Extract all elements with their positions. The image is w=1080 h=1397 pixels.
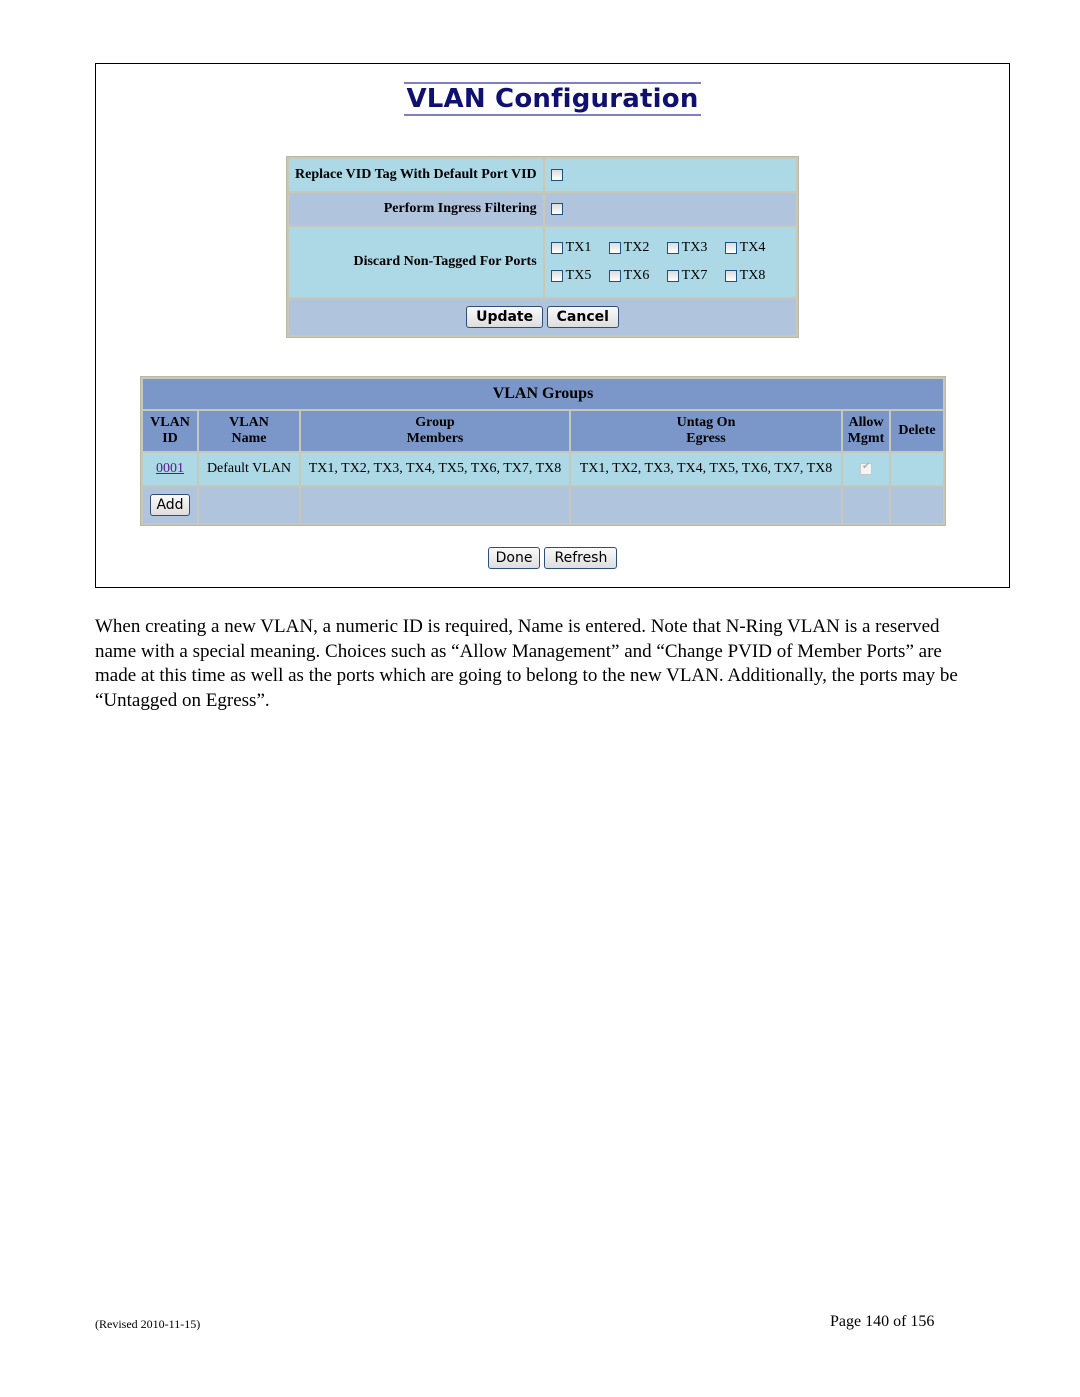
header-vlan-name: VLAN Name [199,411,299,451]
port-tx4[interactable]: TX4 [724,240,783,256]
allow-mgmt-checkbox [860,461,872,475]
header-untag-egress: Untag On Egress [571,411,841,451]
port-tx7[interactable]: TX7 [666,268,725,284]
port-tx3-checkbox[interactable] [666,241,679,254]
bottom-actions: Done Refresh [96,547,1009,569]
done-button[interactable]: Done [487,547,541,569]
add-button[interactable]: Add [150,494,190,516]
ingress-filtering-checkbox[interactable] [550,202,563,215]
port-tx7-checkbox[interactable] [666,269,679,282]
add-row: Add [143,487,943,523]
port-tx4-checkbox[interactable] [724,241,737,254]
port-tx1-checkbox[interactable] [550,241,563,254]
vlan-name-cell: Default VLAN [199,453,299,485]
page-title: VLAN Configuration [404,82,701,116]
vlan-id-link[interactable]: 0001 [156,461,184,476]
cancel-button[interactable]: Cancel [546,306,619,328]
update-button[interactable]: Update [466,306,544,328]
discard-ports-group: TX1 TX2 TX3 TX4 TX5 TX6 TX7 TX8 [544,227,796,297]
port-tx8-checkbox[interactable] [724,269,737,282]
port-tx1[interactable]: TX1 [550,240,609,256]
port-tx5-checkbox[interactable] [550,269,563,282]
port-tx6-checkbox[interactable] [608,269,621,282]
port-tx2[interactable]: TX2 [608,240,667,256]
table-row: 0001 Default VLAN TX1, TX2, TX3, TX4, TX… [143,453,943,485]
header-delete: Delete [891,411,943,451]
port-tx2-checkbox[interactable] [608,241,621,254]
vlan-config-table: Replace VID Tag With Default Port VID Pe… [286,156,799,338]
page-title-wrap: VLAN Configuration [96,82,1009,116]
vlan-groups-table: VLAN Groups VLAN ID VLAN Name Group Members… [140,376,946,526]
untag-egress-cell: TX1, TX2, TX3, TX4, TX5, TX6, TX7, TX8 [571,453,841,485]
header-allow-mgmt: Allow Mgmt [843,411,889,451]
revision-date: (Revised 2010-11-15) [95,1317,201,1331]
replace-vid-label: Replace VID Tag With Default Port VID [289,159,543,191]
port-tx8[interactable]: TX8 [724,268,783,284]
port-tx3[interactable]: TX3 [666,240,725,256]
page-number: Page 140 of 156 [830,1313,935,1330]
refresh-button[interactable]: Refresh [544,547,618,569]
body-paragraph: When creating a new VLAN, a numeric ID i… [95,616,958,711]
delete-cell [891,453,943,485]
port-tx5[interactable]: TX5 [550,268,609,284]
replace-vid-checkbox[interactable] [550,168,563,181]
header-vlan-id: VLAN ID [143,411,197,451]
group-members-cell: TX1, TX2, TX3, TX4, TX5, TX6, TX7, TX8 [301,453,569,485]
config-actions: Update Cancel [289,299,796,335]
screenshot-frame: VLAN Configuration Replace VID Tag With … [95,63,1010,588]
vlan-groups-title: VLAN Groups [143,379,943,409]
discard-non-tagged-label: Discard Non-Tagged For Ports [289,227,543,297]
ingress-filtering-label: Perform Ingress Filtering [289,193,543,225]
port-tx6[interactable]: TX6 [608,268,667,284]
header-group-members: Group Members [301,411,569,451]
